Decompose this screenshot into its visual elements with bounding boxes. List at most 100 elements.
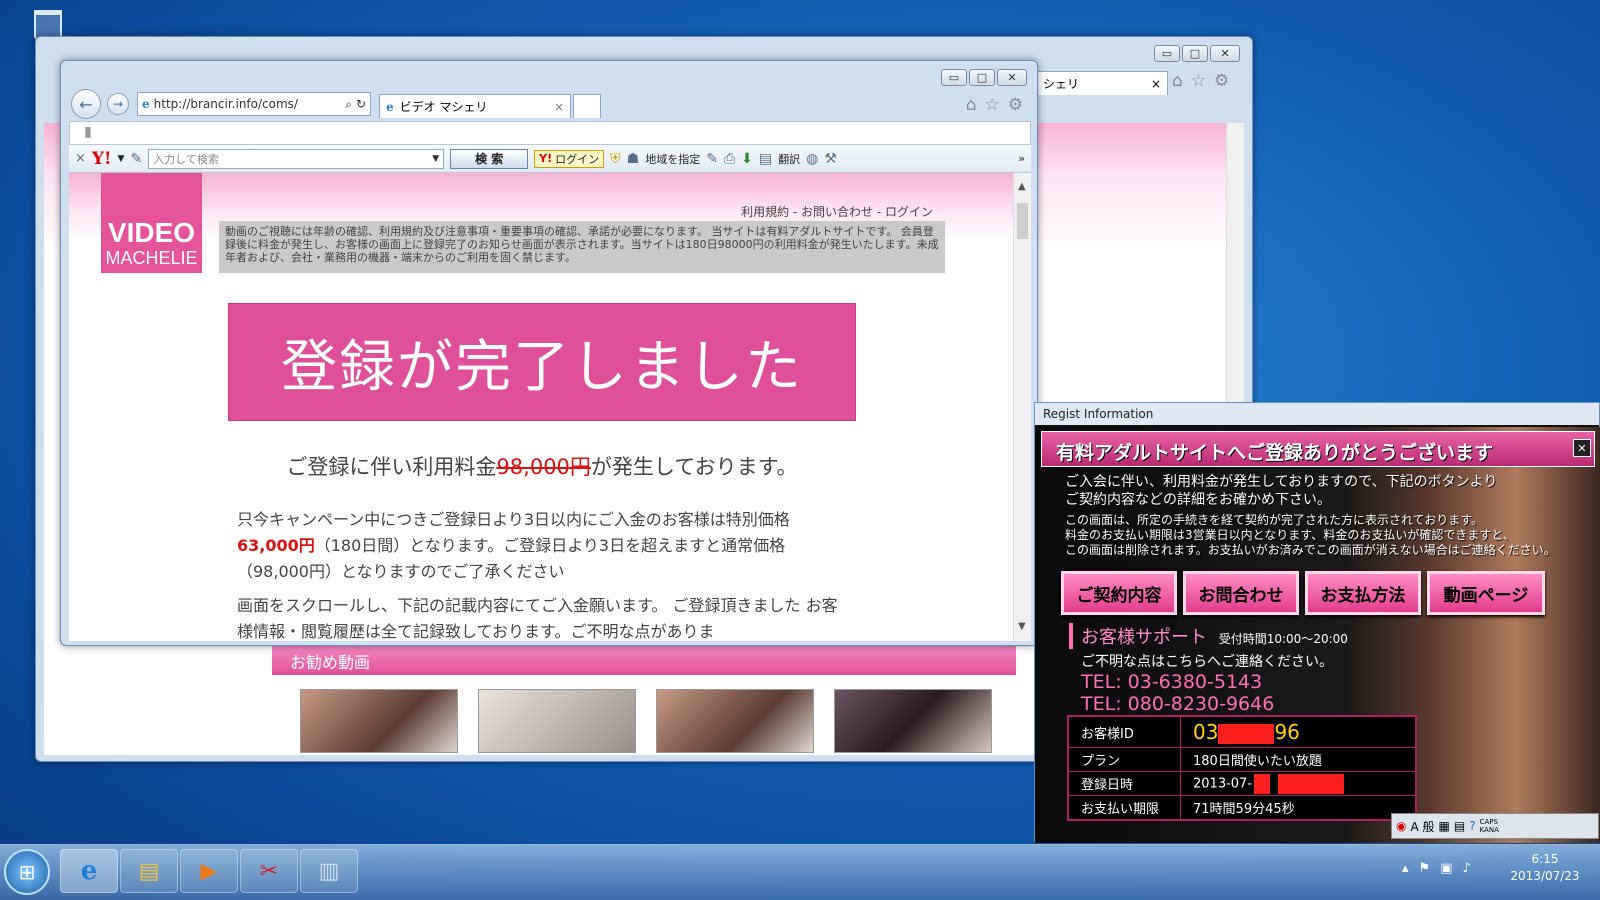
support-tel-1[interactable]: TEL: 03-6380-5143 <box>1069 671 1429 693</box>
download-icon[interactable]: ⬇ <box>741 151 753 167</box>
redaction-block <box>1218 723 1275 744</box>
taskbar-snipping-tool-button[interactable]: ✂ <box>240 849 298 893</box>
campaign-part2: （180日間）となります。ご登録日より3日を超えますと通常価格（98,000円）… <box>237 536 786 581</box>
page-scrollbar[interactable]: ▲ ▼ <box>1013 173 1031 641</box>
refresh-icon[interactable]: ↻ <box>356 97 366 111</box>
chevron-down-icon[interactable]: ▼ <box>432 154 439 164</box>
network-icon[interactable]: ▣ <box>1440 861 1452 876</box>
toolbar-search-input[interactable]: 入力して検索 ▼ <box>148 148 445 169</box>
globe-icon[interactable]: ◍ <box>806 151 818 167</box>
new-tab-button[interactable] <box>573 94 601 118</box>
volume-icon[interactable]: ♪ <box>1462 861 1470 876</box>
settings-gear-icon[interactable]: ⚙ <box>1008 95 1023 115</box>
top-links[interactable]: 利用規約 - お問い合わせ - ログイン <box>669 203 933 220</box>
table-row: 登録日時 2013-07- <box>1069 771 1415 795</box>
ime-pad-icon[interactable]: ▦ <box>1439 819 1450 833</box>
maximize-button[interactable]: □ <box>969 69 995 86</box>
forward-button[interactable]: → <box>107 93 129 115</box>
popup-note-line1: この画面は、所定の手続きを経て契約が完了された方に表示されております。 <box>1065 513 1484 527</box>
contract-details-button[interactable]: ご契約内容 <box>1061 571 1177 615</box>
tab-close-icon[interactable]: × <box>554 100 564 114</box>
tab-close-icon[interactable]: × <box>1151 77 1161 91</box>
action-center-flag-icon[interactable]: ⚑ <box>1419 861 1431 876</box>
video-thumbnail[interactable] <box>300 689 458 753</box>
support-tel-2[interactable]: TEL: 080-8230-9646 <box>1069 693 1429 715</box>
back-button[interactable]: ← <box>71 89 101 119</box>
clock[interactable]: 6:15 2013/07/23 <box>1500 851 1590 885</box>
shield-icon[interactable]: ⛨ <box>610 151 621 167</box>
recycle-bin-icon[interactable] <box>28 6 70 40</box>
table-row: お支払い期限 71時間59分45秒 <box>1069 795 1415 819</box>
popup-intro-line1: ご入会に伴い、利用料金が発生しておりますので、下記のボタンより <box>1065 474 1498 490</box>
taskbar: ⊞ e ▤ ▶ ✂ ▥ ▴ ⚑ ▣ ♪ 6:15 2013/07/23 <box>0 844 1600 900</box>
regist-information-popup[interactable]: Regist Information 有料アダルトサイトへご登録ありがとうござい… <box>1034 402 1600 843</box>
pen-icon[interactable]: ✎ <box>130 151 142 167</box>
ime-mode[interactable]: A 般 <box>1410 818 1434 835</box>
table-row: お客様ID 03 96 <box>1069 717 1415 747</box>
inquiry-button[interactable]: お問合わせ <box>1183 571 1299 615</box>
popup-close-button[interactable]: ✕ <box>1573 439 1591 457</box>
print-icon[interactable]: ⎙ <box>724 151 735 167</box>
fee-prefix: ご登録に伴い利用料金 <box>286 455 497 479</box>
popup-note-line3: この画面は削除されます。お支払いがお済みでこの画面が消えない場合はご連絡ください… <box>1065 543 1556 557</box>
video-thumbnail[interactable] <box>478 689 636 753</box>
taskbar-notepad-button[interactable]: ▥ <box>300 849 358 893</box>
popup-headline: 有料アダルトサイトへご登録ありがとうございます <box>1041 431 1595 467</box>
customer-id-end: 96 <box>1274 720 1300 744</box>
payment-method-button[interactable]: お支払方法 <box>1305 571 1421 615</box>
customer-info-table: お客様ID 03 96 プラン 180日間使いたい放題 登録日時 2013-07-… <box>1067 715 1417 821</box>
close-button[interactable]: ✕ <box>997 69 1027 86</box>
back-window-tab[interactable]: シェリ × <box>1036 71 1168 95</box>
ime-language-bar[interactable]: ◉ A 般 ▦ ▤ ? CAPS KANA <box>1391 813 1599 839</box>
dropdown-arrow-icon[interactable]: ▼ <box>118 154 125 164</box>
campaign-text: 只今キャンペーン中につきご登録日より3日以内にご入金のお客様は特別価格 63,00… <box>237 507 847 585</box>
highlighter-icon[interactable]: ✎ <box>706 151 718 167</box>
search-button[interactable]: 検 索 <box>450 148 529 169</box>
scrollbar-thumb[interactable] <box>1017 203 1028 239</box>
home-icon[interactable]: ⌂ <box>1172 71 1183 91</box>
close-button[interactable]: ✕ <box>1210 45 1240 62</box>
caps-label: CAPS <box>1479 818 1498 826</box>
help-icon[interactable]: ? <box>1469 819 1475 833</box>
url-text[interactable]: http://brancir.info/coms/ <box>154 97 342 111</box>
favorites-star-icon[interactable]: ☆ <box>985 95 1000 115</box>
site-logo[interactable]: VIDEO MACHELIE <box>101 173 202 273</box>
notepad-icon: ▥ <box>318 858 340 884</box>
taskbar-ie-button[interactable]: e <box>60 849 118 893</box>
video-page-button[interactable]: 動画ページ <box>1427 571 1545 615</box>
toolbar-close-icon[interactable]: × <box>75 151 86 166</box>
video-thumbnail[interactable] <box>656 689 814 753</box>
show-hidden-icons-icon[interactable]: ▴ <box>1402 861 1409 876</box>
toolbar-more-icon[interactable]: » <box>1018 152 1025 165</box>
login-button[interactable]: Y! ログイン <box>534 149 605 168</box>
windows-logo-icon: ⊞ <box>18 860 36 884</box>
address-bar[interactable]: e http://brancir.info/coms/ ⌕ ↻ <box>137 92 371 116</box>
ime-icon[interactable]: ◉ <box>1396 819 1406 833</box>
favorites-star-icon[interactable]: ☆ <box>1191 71 1206 91</box>
search-icon[interactable]: ⌕ <box>345 97 352 112</box>
translate-button[interactable]: 翻訳 <box>778 151 800 167</box>
tab-active[interactable]: e ビデオ マシェリ × <box>379 94 571 118</box>
customer-id-start: 03 <box>1193 720 1219 744</box>
minimize-button[interactable]: ▭ <box>941 69 967 86</box>
start-button[interactable]: ⊞ <box>4 849 50 895</box>
minimize-button[interactable]: ▭ <box>1154 45 1180 62</box>
region-button[interactable]: 地域を指定 <box>645 151 700 167</box>
command-icons: ⌂ ☆ ⚙ <box>966 95 1023 115</box>
scroll-up-icon[interactable]: ▲ <box>1018 181 1026 192</box>
settings-gear-icon[interactable]: ⚙ <box>1214 71 1229 91</box>
scroll-down-icon[interactable]: ▼ <box>1018 621 1026 632</box>
taskbar-media-player-button[interactable]: ▶ <box>180 849 238 893</box>
taskbar-explorer-button[interactable]: ▤ <box>120 849 178 893</box>
redaction-block <box>1254 773 1271 794</box>
video-thumbnail[interactable] <box>834 689 992 753</box>
ime-dictionary-icon[interactable]: ▤ <box>1454 819 1465 833</box>
support-title-row: お客様サポート 受付時間10:00～20:00 <box>1069 623 1429 649</box>
yahoo-logo[interactable]: Y! <box>92 149 112 169</box>
folder-icon: ▤ <box>138 858 160 884</box>
maximize-button[interactable]: □ <box>1182 45 1208 62</box>
home-icon[interactable]: ⌂ <box>966 95 977 115</box>
browser-window[interactable]: ▭ □ ✕ ← → e http://brancir.info/coms/ ⌕ … <box>60 60 1038 646</box>
tools-icon[interactable]: ⚒ <box>824 151 837 167</box>
fee-amount: 98,000円 <box>496 455 591 479</box>
